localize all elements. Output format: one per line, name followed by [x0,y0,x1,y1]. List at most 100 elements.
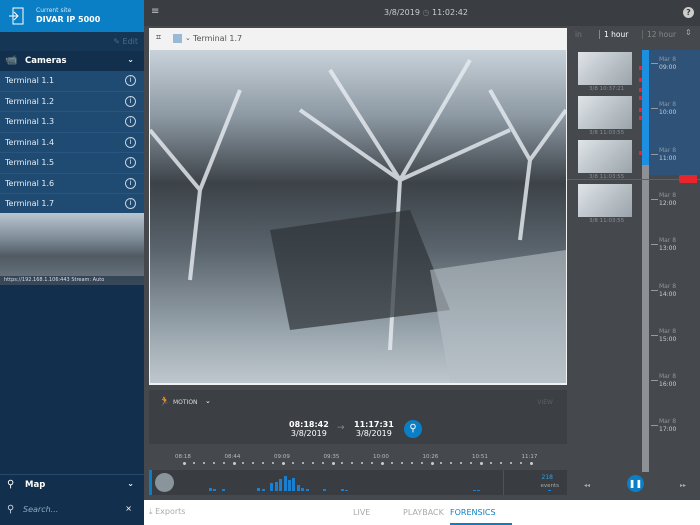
hour-tick [651,198,658,200]
map-header[interactable]: ⚲ Map ⌄ [0,474,144,495]
hour-date: Mar 8 [659,191,677,199]
current-time-handle[interactable] [679,175,697,183]
end-time[interactable]: 11:17:31 3/8/2019 [354,420,394,438]
camera-item[interactable]: Terminal 1.2 i [0,91,144,112]
snapshot-timestamp: 3/8 10:37:21 [589,86,625,92]
event-snapshot[interactable] [578,140,632,173]
chevron-down-icon[interactable]: ⌄ [185,34,191,42]
zoom-option-1-hour[interactable]: 1 hour [599,30,628,39]
help-icon[interactable]: ? [683,7,694,18]
info-icon[interactable]: i [125,95,136,107]
logout-icon [9,7,24,25]
camera-item[interactable]: Terminal 1.1 i [0,71,144,92]
events-histogram[interactable]: 218 events [149,470,567,495]
timeline-track[interactable] [642,165,649,472]
tick-dot [321,462,324,464]
video-stream[interactable] [150,50,566,383]
edit-button[interactable]: ✎ Edit [0,32,144,51]
event-snapshot[interactable] [578,184,632,217]
camera-item-label: Terminal 1.6 [5,178,55,188]
search-button[interactable]: ⚲ [404,420,422,438]
camera-item[interactable]: Terminal 1.5 i [0,153,144,174]
tick-dot [183,462,186,465]
date: 3/8/2019 [384,8,420,17]
info-icon[interactable]: i [125,177,136,189]
search-input[interactable]: ⚲ Search... × [0,500,144,522]
chevron-down-icon[interactable]: ⌄ [205,397,211,405]
camera-item[interactable]: Terminal 1.6 i [0,173,144,194]
bottom-tabs: ⤓ Exports LIVE PLAYBACK FORENSICS [144,500,700,525]
camera-preview[interactable]: https://192.168.1.106:443 Stream: Auto [0,213,144,285]
tick-dot [371,462,374,464]
tick-dot [192,462,195,464]
map-pin-icon: ⚲ [7,479,15,490]
hour-tick [651,334,658,336]
motion-icon: 🏃 [159,397,171,407]
exports-button[interactable]: ⤓ Exports [149,507,185,517]
tick-dot [311,462,314,464]
tick-dot [351,462,354,464]
edit-label: Edit [122,37,139,46]
tick-dot [222,462,225,464]
hour-date: Mar 8 [659,56,677,63]
tab-playback[interactable]: PLAYBACK [403,508,444,517]
clear-icon[interactable]: × [125,504,132,513]
info-icon[interactable]: i [125,116,136,127]
event-snapshot[interactable] [578,96,632,129]
video-camera-name[interactable]: Terminal 1.7 [193,34,242,43]
sidebar: Current site DIVAR IP 5000 ✎ Edit 📹 Came… [0,0,144,525]
event-bar [477,490,481,491]
timeline-panel: in 1 hour 12 hour ⇕ 3/8 10:37:21 3/8 11:0… [567,26,700,500]
tick-label: 09:35 [323,454,340,460]
motion-filter[interactable]: MOTION [173,399,198,406]
menu-icon[interactable]: ≡ [151,6,159,17]
tick-dot [381,462,384,465]
tick-dot [460,462,463,464]
event-bar [301,488,305,491]
info-icon[interactable]: i [125,157,136,168]
tick-dot [272,462,275,464]
info-icon[interactable]: i [125,198,136,209]
end-date-value: 3/8/2019 [355,429,392,438]
hour-date: Mar 8 [659,418,677,426]
event-bar [208,488,212,491]
event-bar [296,485,300,491]
tab-live[interactable]: LIVE [353,508,370,517]
fast-forward-button[interactable]: ▸▸ [680,482,686,489]
camera-item-label: Terminal 1.7 [5,199,55,208]
zoom-option-12-hour[interactable]: 12 hour [642,30,676,39]
cameras-title: Cameras [25,56,67,66]
event-marker [639,96,642,100]
hour-date: Mar 8 [659,373,677,381]
tick-dot [470,462,473,464]
zoom-stepper-icon[interactable]: ⇕ [685,28,692,37]
event-snapshot[interactable] [578,52,632,85]
cameras-header[interactable]: 📹 Cameras ⌄ [0,51,144,71]
site-name: DIVAR IP 5000 [36,15,101,24]
camera-item[interactable]: Terminal 1.7 i [0,194,144,215]
event-bar [222,489,225,491]
start-time[interactable]: 08:18:42 3/8/2019 [289,420,329,438]
timeline-hour-label: Mar 8 16:00 [659,373,676,389]
datetime: 3/8/2019 ◷ 11:02:42 [384,8,468,17]
tick-dot [420,462,423,464]
camera-item[interactable]: Terminal 1.4 i [0,132,144,153]
timeline-hour-label: Mar 8 17:00 [659,418,676,434]
timeline-hour-label: Mar 8 14:00 [659,283,676,299]
pause-button[interactable]: ❚❚ [627,475,644,492]
rewind-button[interactable]: ◂◂ [584,482,590,489]
zoom-option-in[interactable]: in [575,30,582,39]
view-button[interactable]: VIEW [537,399,553,406]
layout-icon[interactable]: ⌗ [156,33,161,43]
snapshot-timestamp: 3/8 11:03:55 [589,130,625,136]
timeline-ticks[interactable]: 08:18 08:44 09:09 09:35 10:00 10:26 10:51 11:17 [149,450,567,468]
info-icon[interactable]: i [125,136,136,148]
info-icon[interactable]: i [125,75,136,86]
camera-item[interactable]: Terminal 1.3 i [0,112,144,133]
hour-date: Mar 8 [659,282,677,290]
tick-dot [252,462,255,464]
tab-forensics[interactable]: FORENSICS [450,508,496,517]
site-header[interactable]: Current site DIVAR IP 5000 [0,0,144,32]
tick-dot [400,462,403,464]
top-bar: ≡ 3/8/2019 ◷ 11:02:42 ? [144,0,700,26]
